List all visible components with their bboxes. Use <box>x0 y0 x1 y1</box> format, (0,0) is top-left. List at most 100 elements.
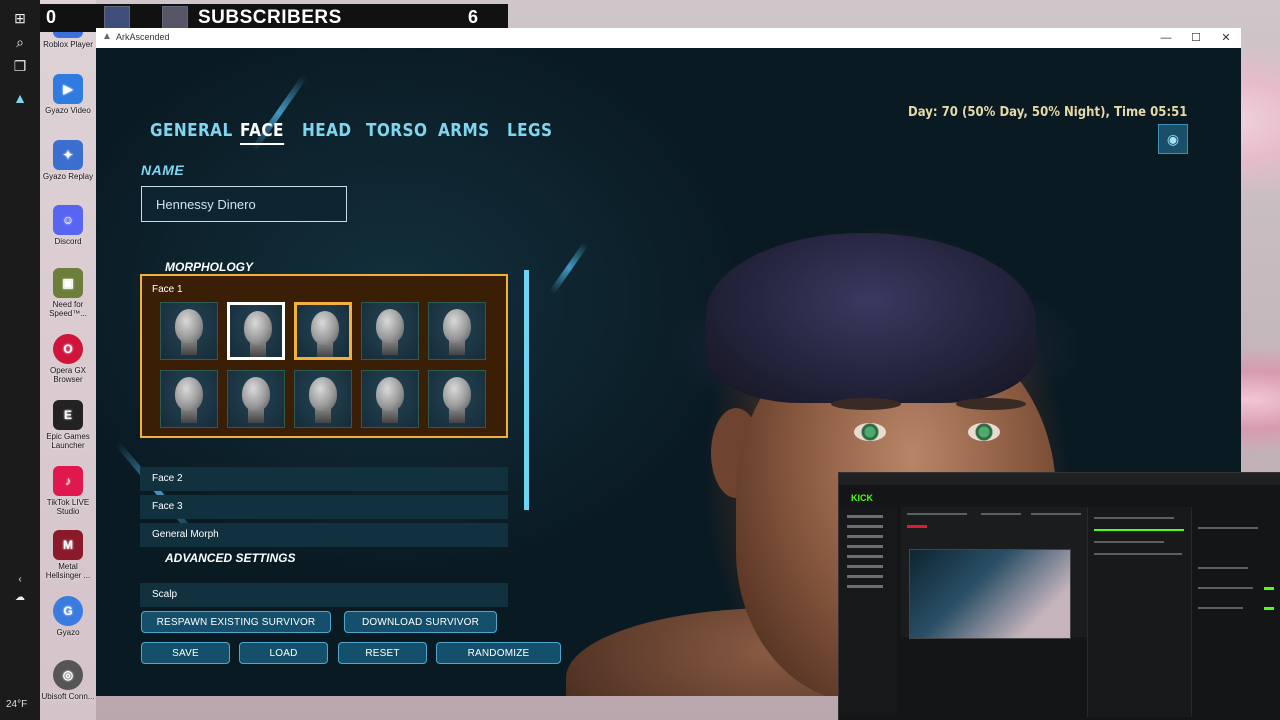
head-preview-icon <box>443 309 471 343</box>
save-button[interactable]: SAVE <box>141 642 230 664</box>
minimize-button[interactable]: — <box>1151 30 1181 46</box>
desktop-icon-label: Gyazo <box>56 628 80 637</box>
tiktok-icon: ♪ <box>53 466 83 496</box>
desktop-icon-opera-gx[interactable]: O Opera GX Browser <box>40 334 96 384</box>
download-survivor-button[interactable]: DOWNLOAD SURVIVOR <box>344 611 497 633</box>
head-preview-icon <box>175 377 203 411</box>
desktop-icon-need-for-speed[interactable]: ▣ Need for Speed™... <box>40 268 96 318</box>
chevron-left-icon[interactable]: ‹ <box>10 570 30 590</box>
section-scalp[interactable]: Scalp <box>140 583 508 607</box>
desktop-icon-epic-games[interactable]: E Epic Games Launcher <box>40 400 96 450</box>
window-titlebar[interactable]: ▲ ArkAscended — ☐ ✕ <box>96 28 1241 49</box>
discord-icon: ☺ <box>53 205 83 235</box>
randomize-button[interactable]: RANDOMIZE <box>436 642 561 664</box>
desktop-icon-gyazo[interactable]: G Gyazo <box>40 596 96 637</box>
character-eye <box>968 423 1000 441</box>
face-preset-2[interactable] <box>227 302 285 360</box>
ark-taskbar-icon[interactable]: ▲ <box>10 88 30 108</box>
day-time-info: Day: 70 (50% Day, 50% Night), Time 05:51 <box>907 105 1187 120</box>
face-preset-7[interactable] <box>227 370 285 428</box>
morphology-title: MORPHOLOGY <box>165 260 254 274</box>
character-brow <box>831 398 901 410</box>
metal-hellsinger-icon: M <box>53 530 83 560</box>
head-preview-icon <box>175 309 203 343</box>
desktop-icon-label: Ubisoft Conn... <box>41 692 95 701</box>
need-for-speed-icon: ▣ <box>53 268 83 298</box>
head-preview-icon <box>242 377 270 411</box>
toggle-view-button[interactable]: ◉ <box>1158 124 1188 154</box>
face-preset-10[interactable] <box>428 370 486 428</box>
desktop-icon-metal-hellsinger[interactable]: M Metal Hellsinger ... <box>40 530 96 580</box>
desktop-icons: ◆ Roblox Player ▶ Gyazo Video ✦ Gyazo Re… <box>40 0 96 720</box>
kick-chat <box>1087 507 1192 717</box>
name-input[interactable] <box>141 186 347 222</box>
head-preview-icon <box>376 377 404 411</box>
character-brow <box>956 398 1026 410</box>
opera-gx-icon: O <box>53 334 83 364</box>
face1-header[interactable]: Face 1 <box>152 284 183 295</box>
gyazo-video-icon: ▶ <box>53 74 83 104</box>
advanced-settings-title: ADVANCED SETTINGS <box>165 551 296 565</box>
head-preview-icon <box>311 311 339 345</box>
epic-games-icon: E <box>53 400 83 430</box>
desktop-icon-label: Roblox Player <box>43 40 93 49</box>
panel-scrollbar[interactable] <box>524 270 529 510</box>
kick-stream-info <box>1191 507 1280 717</box>
desktop-icon-label: Gyazo Video <box>45 106 91 115</box>
window-title: ArkAscended <box>116 32 170 42</box>
character-eye <box>854 423 886 441</box>
light-streak <box>549 241 589 295</box>
face-preset-1[interactable] <box>160 302 218 360</box>
kick-sidebar <box>839 505 897 715</box>
weather-icon: ☁ <box>15 592 25 603</box>
face-preset-8[interactable] <box>294 370 352 428</box>
head-preview-icon <box>309 377 337 411</box>
gyazo-icon: G <box>53 596 83 626</box>
kick-stream-preview: KICK <box>838 472 1280 720</box>
browser-tab-bar <box>839 473 1280 485</box>
tab-face[interactable]: FACE <box>240 120 284 145</box>
desktop-icon-label: Opera GX Browser <box>49 366 86 384</box>
kick-logo: KICK <box>851 493 873 503</box>
tab-head[interactable]: HEAD <box>302 120 351 141</box>
face-preset-4[interactable] <box>361 302 419 360</box>
face1-panel: Face 1 <box>140 274 508 438</box>
tab-arms[interactable]: ARMS <box>438 120 490 141</box>
face-preset-9[interactable] <box>361 370 419 428</box>
taskbar-temperature: 24°F <box>6 699 28 710</box>
face-preset-6[interactable] <box>160 370 218 428</box>
windows-start-icon[interactable]: ⊞ <box>10 8 30 28</box>
respawn-survivor-button[interactable]: RESPAWN EXISTING SURVIVOR <box>141 611 331 633</box>
close-button[interactable]: ✕ <box>1211 30 1241 46</box>
head-preview-icon <box>244 311 272 345</box>
head-preview-icon <box>376 309 404 343</box>
desktop-icon-label: Discord <box>54 237 82 246</box>
search-icon[interactable]: ⌕ <box>10 32 30 52</box>
reset-button[interactable]: RESET <box>338 642 427 664</box>
task-view-icon[interactable]: ❐ <box>10 56 30 76</box>
desktop-icon-label: Epic Games Launcher <box>46 432 90 450</box>
desktop-icon-label: TikTok LIVE Studio <box>46 498 90 516</box>
tab-legs[interactable]: LEGS <box>507 120 552 141</box>
desktop-icon-discord[interactable]: ☺ Discord <box>40 205 96 246</box>
face-preset-3[interactable] <box>294 302 352 360</box>
desktop-icon-tiktok-live[interactable]: ♪ TikTok LIVE Studio <box>40 466 96 516</box>
section-face-3[interactable]: Face 3 <box>140 495 508 519</box>
taskbar: ⊞ ⌕ ❐ ▲ ‹ ☁ 24°F <box>0 0 40 720</box>
head-preview-icon <box>443 377 471 411</box>
tab-general[interactable]: GENERAL <box>150 120 233 141</box>
desktop-icon-gyazo-video[interactable]: ▶ Gyazo Video <box>40 74 96 115</box>
stream-preview-thumbnail <box>909 549 1071 639</box>
face-preset-5[interactable] <box>428 302 486 360</box>
load-button[interactable]: LOAD <box>239 642 328 664</box>
tab-torso[interactable]: TORSO <box>366 120 427 141</box>
desktop-icon-label: Metal Hellsinger ... <box>45 562 91 580</box>
maximize-button[interactable]: ☐ <box>1181 30 1211 46</box>
name-label: NAME <box>141 162 185 178</box>
desktop-icon-ubisoft[interactable]: ◎ Ubisoft Conn... <box>40 660 96 701</box>
subscriber-count: 6 <box>468 7 479 27</box>
desktop-icon-label: Gyazo Replay <box>42 172 94 181</box>
section-general-morph[interactable]: General Morph <box>140 523 508 547</box>
desktop-icon-gyazo-replay[interactable]: ✦ Gyazo Replay <box>40 140 96 181</box>
section-face-2[interactable]: Face 2 <box>140 467 508 491</box>
